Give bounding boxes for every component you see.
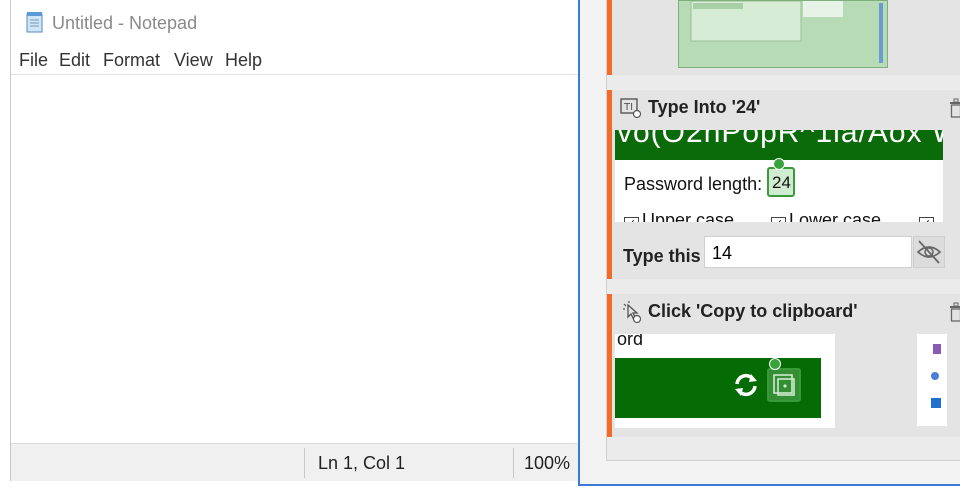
- password-banner: vo(O2hPopR^1la/Aox W: [615, 130, 943, 160]
- cursor-position: Ln 1, Col 1: [318, 453, 406, 473]
- copy-icon: [773, 374, 795, 396]
- target-anchor-icon: [769, 358, 781, 370]
- refresh-icon: [735, 373, 757, 397]
- status-bar: Ln 1, Col 1 100%: [11, 443, 580, 481]
- type-this-label: Type this: [623, 246, 701, 266]
- target-element-highlight[interactable]: 24: [767, 167, 795, 197]
- checkbox-label: Upper case: [642, 210, 735, 222]
- copy-to-clipboard-target[interactable]: [767, 368, 801, 402]
- activity-click[interactable]: Click 'Copy to clipboard' ord: [607, 294, 960, 437]
- workflow-designer: TI Type Into '24' vo(O2hPopR^1la/Aox W P…: [578, 0, 960, 486]
- status-separator: [304, 448, 305, 478]
- menu-bar: File Edit Format View Help: [11, 48, 580, 75]
- screenshot-text: ord: [617, 334, 644, 349]
- notepad-window: Untitled - Notepad File Edit Format View…: [10, 0, 580, 481]
- activity-title[interactable]: Type Into '24': [648, 97, 760, 118]
- target-anchor-icon: [773, 158, 785, 170]
- activity-screenshot: vo(O2hPopR^1la/Aox W Password length: 24…: [615, 130, 943, 222]
- checkbox-label: Lower case: [789, 210, 882, 222]
- checkbox-lower-case: ✓Lower case: [771, 210, 881, 222]
- menu-help[interactable]: Help: [225, 50, 262, 71]
- menu-view[interactable]: View: [174, 50, 213, 71]
- menu-format[interactable]: Format: [103, 50, 160, 71]
- status-separator: [513, 448, 514, 478]
- title-bar[interactable]: Untitled - Notepad: [11, 0, 580, 46]
- notepad-icon: [26, 12, 43, 33]
- hide-text-button[interactable]: [913, 236, 945, 268]
- taskbar-icons: [917, 334, 947, 426]
- trash-icon[interactable]: [949, 98, 960, 118]
- menu-edit[interactable]: Edit: [59, 50, 90, 71]
- target-value: 24: [772, 173, 791, 192]
- window-title: Untitled - Notepad: [52, 13, 198, 33]
- activity-screenshot: ord: [615, 334, 835, 428]
- sequence-container: TI Type Into '24' vo(O2hPopR^1la/Aox W P…: [606, 0, 960, 461]
- checkbox-upper-case: ✓Upper case: [624, 210, 734, 222]
- zoom-level: 100%: [524, 453, 571, 473]
- trash-icon[interactable]: [949, 302, 960, 322]
- click-icon: [623, 301, 642, 323]
- eye-slash-icon: [916, 240, 942, 264]
- activity-screenshot: [678, 0, 888, 68]
- activity-type-into[interactable]: TI Type Into '24' vo(O2hPopR^1la/Aox W P…: [607, 90, 960, 279]
- password-toolbar: [615, 358, 821, 418]
- app-icons: [931, 344, 941, 408]
- menu-file[interactable]: File: [19, 50, 48, 71]
- svg-text:TI: TI: [623, 102, 633, 113]
- password-length-label: Password length:: [624, 174, 763, 194]
- checkbox-more: ✓: [919, 210, 937, 222]
- activity-title[interactable]: Click 'Copy to clipboard': [648, 301, 858, 322]
- text-editor[interactable]: [11, 75, 580, 443]
- type-this-input[interactable]: 14: [704, 236, 912, 268]
- screenshot-preview: [690, 0, 883, 63]
- generated-password: vo(O2hPopR^1la/Aox W: [617, 130, 943, 149]
- type-into-icon: TI: [620, 98, 642, 119]
- activity-previous[interactable]: [607, 0, 960, 75]
